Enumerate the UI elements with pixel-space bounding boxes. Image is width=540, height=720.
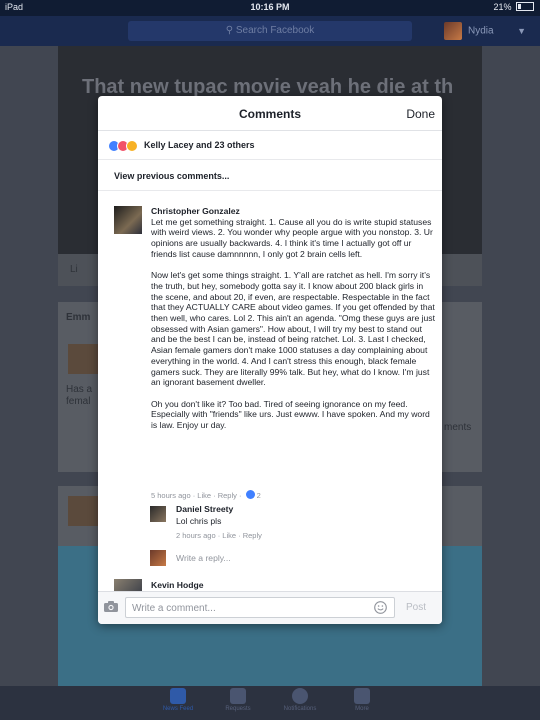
- comment-author[interactable]: Christopher Gonzalez: [151, 206, 435, 217]
- tab-label: More: [355, 706, 369, 712]
- comment-actions[interactable]: 5 hours ago · Like · Reply ·: [151, 491, 241, 500]
- write-reply-placeholder: Write a reply...: [176, 553, 231, 563]
- battery-percent: 21%: [493, 2, 512, 12]
- menu-icon: [354, 688, 370, 704]
- done-button[interactable]: Done: [406, 107, 435, 121]
- commenter-avatar[interactable]: [114, 206, 142, 234]
- comment-body: Christopher Gonzalez Let me get somethin…: [151, 206, 435, 431]
- search-icon: ⚲: [225, 25, 236, 36]
- friend-requests-icon: [230, 688, 246, 704]
- reactions-text: Kelly Lacey and 23 others: [144, 140, 255, 150]
- comment-paragraph: Oh you don't like it? Too bad. Tired of …: [151, 398, 430, 431]
- comment-meta: 5 hours ago · Like · Reply · 2: [151, 490, 261, 500]
- reactions-summary[interactable]: Kelly Lacey and 23 others: [98, 131, 442, 160]
- comment-composer: Write a comment... Post: [98, 591, 442, 624]
- tab-label: Notifications: [283, 706, 317, 712]
- news-feed-icon: [170, 688, 186, 704]
- tab-requests[interactable]: Requests: [208, 688, 268, 712]
- user-name: Nydia: [468, 25, 494, 37]
- search-placeholder: Search Facebook: [235, 25, 315, 36]
- reply-author[interactable]: Daniel Streety: [176, 504, 233, 514]
- reply-avatar[interactable]: [150, 506, 166, 522]
- background-text: Has a: [66, 384, 93, 395]
- view-previous-label: View previous comments...: [114, 171, 230, 181]
- like-reaction-icon: [245, 490, 255, 499]
- view-previous-comments-link[interactable]: View previous comments...: [98, 160, 442, 191]
- search-input[interactable]: ⚲ Search Facebook: [128, 21, 412, 41]
- chevron-down-icon[interactable]: ▼: [517, 26, 526, 36]
- tab-label: News Feed: [162, 706, 194, 712]
- comments-modal: Comments Done Kelly Lacey and 23 others …: [98, 96, 442, 624]
- post-button[interactable]: Post: [406, 602, 426, 613]
- background-text-2: femal: [66, 396, 91, 407]
- battery-indicator: 21%: [493, 2, 534, 12]
- avatar: [150, 550, 166, 566]
- background-author: Emm: [66, 312, 91, 323]
- background-avatar: [68, 344, 98, 374]
- comment-author[interactable]: Kevin Hodge: [151, 580, 204, 590]
- background-like-label: Li: [70, 264, 78, 275]
- background-comments-label: ments: [444, 422, 472, 433]
- write-reply-field[interactable]: Write a reply...: [150, 549, 430, 569]
- reply-text: Lol chris pls: [176, 516, 222, 526]
- reply-meta[interactable]: 2 hours ago · Like · Reply: [176, 531, 262, 540]
- tab-more[interactable]: More: [332, 688, 392, 712]
- profile-button[interactable]: Nydia: [444, 22, 494, 41]
- haha-reaction-icon: [126, 140, 138, 152]
- background-avatar-3: [68, 496, 98, 526]
- camera-icon[interactable]: [104, 601, 118, 612]
- tab-news-feed[interactable]: News Feed: [148, 688, 208, 712]
- status-bar: iPad 10:16 PM 21%: [0, 0, 540, 16]
- comment-paragraph: Now let's get some things straight. 1. Y…: [151, 270, 435, 388]
- tab-notifications[interactable]: Notifications: [270, 688, 330, 712]
- tab-label: Requests: [225, 706, 251, 712]
- emoji-icon[interactable]: [374, 601, 387, 614]
- comment-paragraph: Let me get something straight. 1. Cause …: [151, 216, 433, 259]
- battery-icon: [516, 2, 534, 11]
- clock: 10:16 PM: [250, 2, 290, 12]
- comment-reaction-count: 2: [256, 491, 261, 500]
- comment-input[interactable]: Write a comment...: [125, 597, 395, 618]
- reaction-icons: [108, 140, 138, 152]
- avatar: [444, 22, 462, 40]
- bottom-tab-bar: News Feed Requests Notifications More: [0, 686, 540, 720]
- top-navbar: ⚲ Search Facebook Nydia ▼: [0, 16, 540, 46]
- modal-title: Comments: [238, 107, 301, 121]
- globe-icon: [292, 688, 308, 704]
- modal-header: Comments Done: [98, 96, 442, 131]
